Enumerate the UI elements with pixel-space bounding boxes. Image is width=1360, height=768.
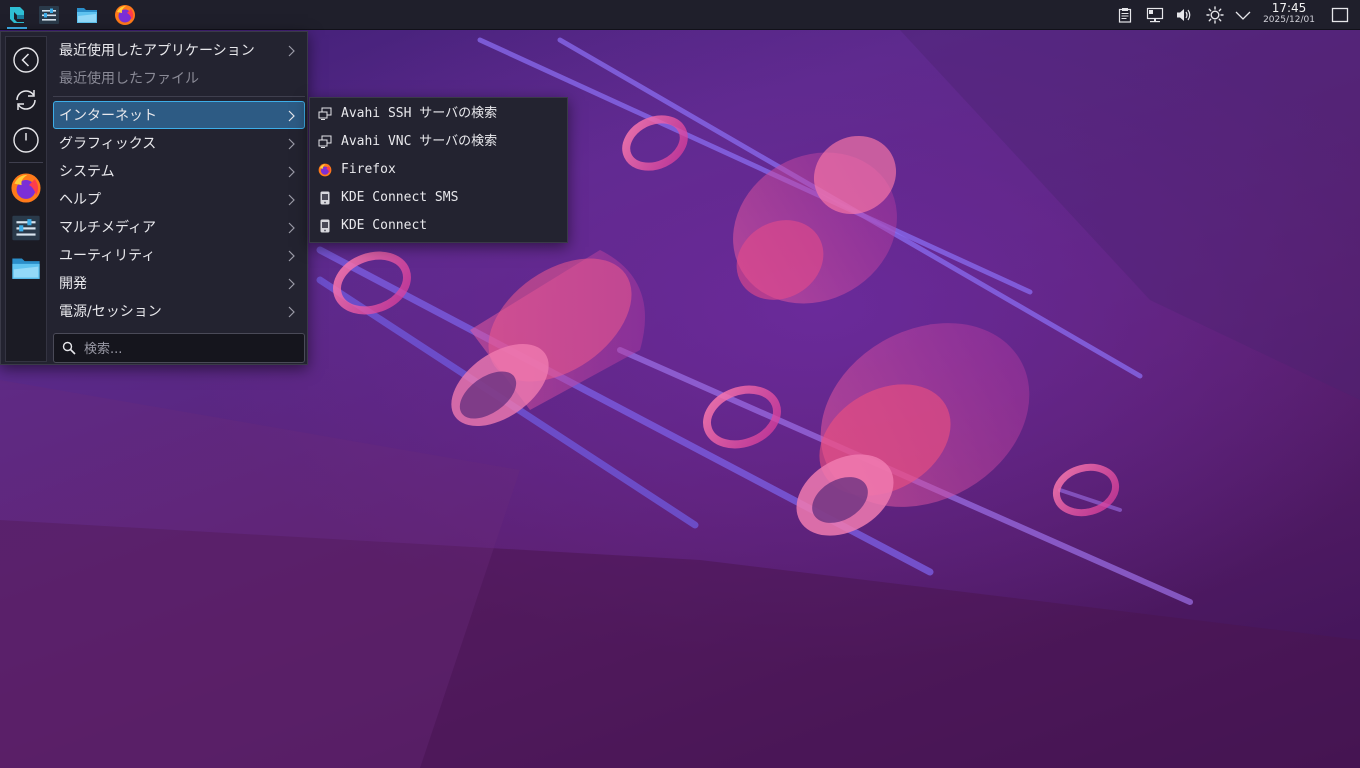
submenu-item-kdeconnect[interactable]: KDE Connect — [310, 212, 567, 240]
chevron-right-icon — [286, 102, 296, 130]
chevron-right-icon — [286, 130, 296, 158]
firefox-icon — [318, 163, 332, 177]
file-manager-launcher[interactable] — [70, 0, 104, 30]
chevron-right-icon — [286, 242, 296, 270]
kdeconnect-icon — [318, 219, 332, 233]
application-menu: 最近使用したアプリケーション 最近使用したファイル インターネット グラフィック… — [0, 31, 308, 365]
volume-tray-button[interactable] — [1174, 5, 1194, 25]
category-label: ユーティリティ — [59, 248, 156, 264]
chevron-right-icon — [286, 158, 296, 186]
clock-date: 2025/12/01 — [1263, 15, 1315, 25]
category-separator — [53, 96, 305, 97]
settings-sliders-icon — [39, 6, 59, 24]
chevron-right-icon — [286, 214, 296, 242]
submenu-item-kdeconnect-sms[interactable]: KDE Connect SMS — [310, 184, 567, 212]
category-recent-files[interactable]: 最近使用したファイル — [53, 64, 305, 92]
clipboard-tray-button[interactable] — [1115, 5, 1135, 25]
category-help[interactable]: ヘルプ — [53, 185, 305, 213]
power-button[interactable] — [10, 124, 42, 156]
chevron-right-icon — [286, 186, 296, 214]
system-settings-launcher[interactable] — [32, 0, 66, 30]
category-label: 最近使用したファイル — [59, 71, 199, 87]
network-browse-icon — [318, 107, 332, 121]
category-list: 最近使用したアプリケーション 最近使用したファイル インターネット グラフィック… — [53, 36, 305, 325]
submenu-item-label: Firefox — [341, 162, 396, 177]
category-multimedia[interactable]: マルチメディア — [53, 213, 305, 241]
firefox-icon — [115, 5, 135, 25]
category-label: マルチメディア — [59, 220, 157, 236]
submenu-item-label: KDE Connect — [341, 218, 428, 233]
tray-expand-icon — [1235, 11, 1251, 20]
category-label: 最近使用したアプリケーション — [59, 43, 255, 59]
search-icon — [62, 341, 76, 355]
chevron-right-icon — [286, 37, 296, 65]
clock-time: 17:45 — [1271, 1, 1307, 15]
tray-expand-button[interactable] — [1233, 5, 1253, 25]
favorite-system-settings[interactable] — [10, 212, 42, 244]
back-icon — [13, 47, 39, 73]
kde-launcher-icon — [10, 7, 24, 23]
submenu-item-firefox[interactable]: Firefox — [310, 156, 567, 184]
clipboard-icon — [1118, 8, 1132, 23]
settings-sliders-icon — [12, 215, 40, 241]
category-system[interactable]: システム — [53, 157, 305, 185]
firefox-launcher[interactable] — [108, 0, 142, 30]
chevron-right-icon — [286, 270, 296, 298]
brightness-icon — [1206, 6, 1224, 24]
category-internet[interactable]: インターネット — [53, 101, 305, 129]
category-graphics[interactable]: グラフィックス — [53, 129, 305, 157]
category-recent-applications[interactable]: 最近使用したアプリケーション — [53, 36, 305, 64]
brightness-tray-button[interactable] — [1205, 5, 1225, 25]
favorites-separator — [9, 162, 43, 163]
submenu-item-label: Avahi SSH サーバの検索 — [341, 106, 498, 121]
chevron-right-icon — [286, 298, 296, 326]
digital-clock[interactable]: 17:45 2025/12/01 — [1258, 2, 1320, 26]
submenu-item-avahi-ssh[interactable]: Avahi SSH サーバの検索 — [310, 100, 567, 128]
category-label: ヘルプ — [59, 192, 101, 208]
firefox-icon — [11, 173, 41, 203]
category-utilities[interactable]: ユーティリティ — [53, 241, 305, 269]
favorites-sidebar — [5, 36, 47, 362]
search-field[interactable] — [53, 333, 305, 363]
refresh-icon — [16, 90, 36, 110]
category-label: グラフィックス — [59, 136, 157, 152]
category-power-session[interactable]: 電源/セッション — [53, 297, 305, 325]
top-panel: 17:45 2025/12/01 — [0, 0, 1360, 30]
search-input[interactable] — [82, 337, 301, 361]
submenu-item-label: KDE Connect SMS — [341, 190, 459, 205]
volume-icon — [1177, 9, 1191, 21]
back-button[interactable] — [10, 44, 42, 76]
category-label: 開発 — [59, 276, 87, 292]
network-browse-icon — [318, 135, 332, 149]
category-label: インターネット — [59, 108, 157, 124]
network-icon — [1146, 7, 1164, 23]
application-launcher-button[interactable] — [0, 0, 34, 30]
favorite-firefox[interactable] — [10, 172, 42, 204]
category-label: 電源/セッション — [59, 304, 162, 320]
category-development[interactable]: 開発 — [53, 269, 305, 297]
category-label: システム — [59, 164, 115, 180]
internet-submenu: Avahi SSH サーバの検索 Avahi VNC サーバの検索 Firefo… — [309, 97, 568, 243]
kdeconnect-sms-icon — [318, 191, 332, 205]
folder-icon — [77, 8, 97, 23]
favorite-file-manager[interactable] — [10, 252, 42, 284]
folder-icon — [12, 258, 40, 279]
refresh-button[interactable] — [10, 84, 42, 116]
power-icon — [13, 127, 39, 153]
desktop[interactable]: 17:45 2025/12/01 最近使用したアプリケーション 最近使用したファ… — [0, 0, 1360, 768]
show-desktop-button[interactable] — [1330, 5, 1350, 25]
submenu-item-label: Avahi VNC サーバの検索 — [341, 134, 498, 149]
show-desktop-icon — [1331, 7, 1349, 23]
network-tray-button[interactable] — [1145, 5, 1165, 25]
submenu-item-avahi-vnc[interactable]: Avahi VNC サーバの検索 — [310, 128, 567, 156]
